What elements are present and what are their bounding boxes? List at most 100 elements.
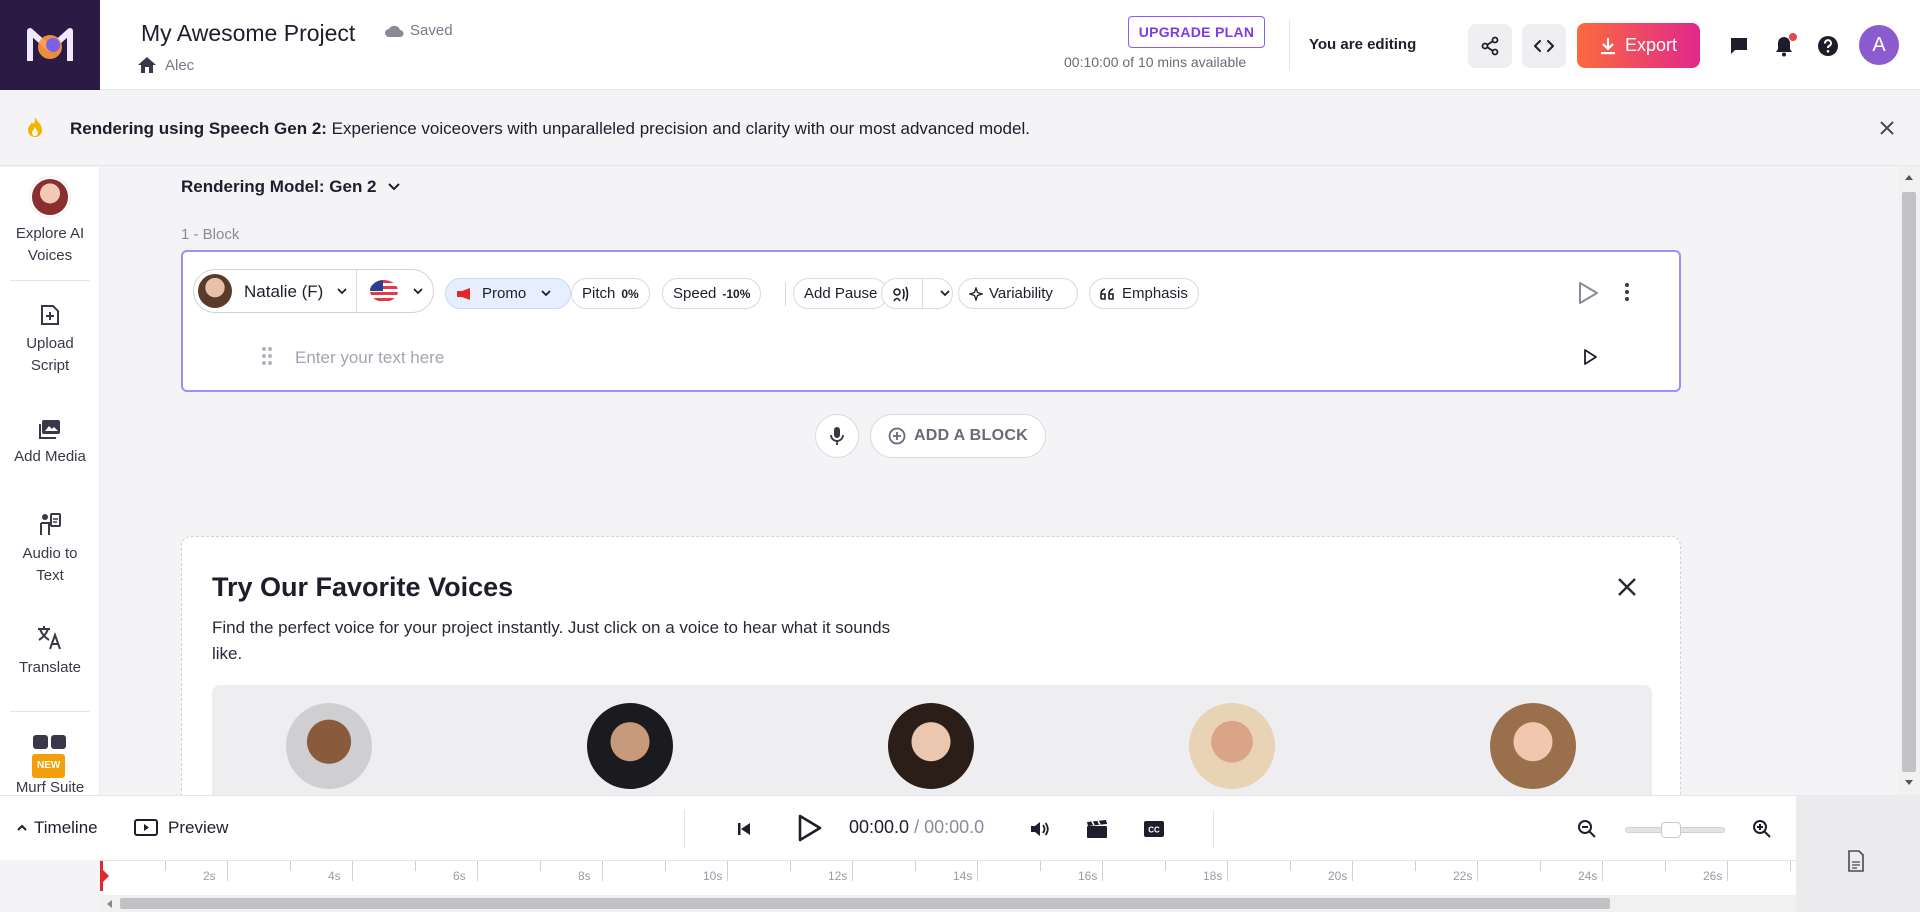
bottom-right-panel [1796, 795, 1920, 912]
share-button[interactable] [1468, 24, 1512, 68]
drag-handle-icon[interactable] [261, 346, 273, 371]
bar-divider [1213, 810, 1214, 848]
export-file-button[interactable] [1847, 850, 1865, 877]
sidebar-item-add-media[interactable]: Add Media [0, 418, 100, 468]
quote-icon [1100, 288, 1116, 300]
new-badge: NEW [32, 754, 65, 778]
play-button[interactable] [793, 812, 825, 844]
video-settings-button[interactable] [1084, 816, 1110, 842]
volume-button[interactable] [1027, 816, 1053, 842]
export-label: Export [1625, 35, 1677, 56]
timeline-tick-label: 16s [1078, 869, 1097, 883]
close-icon[interactable] [1876, 117, 1898, 144]
rendering-model-dropdown[interactable]: Rendering Model: Gen 2 [181, 177, 401, 197]
voice-card-avatar[interactable] [1490, 703, 1576, 789]
voice-effect-dropdown[interactable] [881, 278, 953, 309]
timeline-tick [1352, 861, 1353, 881]
sparkle-icon [969, 287, 983, 301]
timeline-ruler[interactable]: 2s4s6s8s10s12s14s16s18s20s22s24s26s [100, 860, 1796, 895]
block-menu-button[interactable] [1624, 282, 1630, 307]
preview-button[interactable]: Preview [134, 818, 228, 838]
voice-card-avatar[interactable] [587, 703, 673, 789]
embed-code-button[interactable] [1522, 24, 1566, 68]
voice-card-avatar[interactable] [888, 703, 974, 789]
scroll-thumb[interactable] [120, 898, 1610, 909]
timeline-tick [790, 861, 791, 871]
cloud-icon [384, 24, 404, 38]
chevron-down-icon [540, 289, 552, 298]
microphone-icon [828, 426, 846, 446]
zoom-in-button[interactable] [1749, 816, 1775, 842]
sidebar-item-upload-script[interactable]: Upload Script [0, 303, 100, 377]
timeline-toggle[interactable]: Timeline [16, 818, 98, 838]
timeline-tick [1477, 861, 1478, 881]
scroll-thumb[interactable] [1902, 192, 1916, 772]
timeline-tick-label: 20s [1328, 869, 1347, 883]
pitch-control[interactable]: Pitch 0% [571, 278, 650, 309]
timeline-tick [852, 861, 853, 881]
favorites-description: Find the perfect voice for your project … [212, 615, 912, 667]
voice-block: Natalie (F) Promo Pitch 0% Speed -10% Ad… [181, 250, 1681, 392]
banner-message: Rendering using Speech Gen 2: Experience… [70, 119, 1030, 139]
timeline-tick [540, 861, 541, 871]
vertical-scrollbar[interactable] [1898, 167, 1920, 795]
timeline-tick [415, 861, 416, 871]
us-flag-icon[interactable] [370, 280, 398, 302]
add-pause-button[interactable]: Add Pause [793, 278, 888, 309]
close-icon[interactable] [1615, 575, 1639, 604]
plus-circle-icon [888, 427, 906, 445]
sidebar-item-explore-voices[interactable]: Explore AI Voices [0, 177, 100, 267]
script-text-input[interactable] [295, 348, 1395, 368]
skip-back-button[interactable] [731, 816, 757, 842]
voice-avatar [198, 274, 232, 308]
export-button[interactable]: Export [1577, 23, 1700, 68]
timeline-tick [227, 861, 228, 881]
logo-icon [26, 25, 74, 65]
record-voice-button[interactable] [815, 414, 859, 458]
minutes-available: 00:10:00 of 10 mins available [1064, 54, 1246, 70]
voice-card-avatar[interactable] [1189, 703, 1275, 789]
translate-icon [36, 623, 64, 651]
style-dropdown[interactable]: Promo [445, 278, 571, 309]
flame-icon [22, 115, 48, 146]
timeline-tick [1227, 861, 1228, 881]
project-title[interactable]: My Awesome Project [141, 20, 355, 47]
zoom-slider-thumb[interactable] [1661, 822, 1681, 838]
captions-button[interactable]: CC [1141, 816, 1167, 842]
horizontal-scrollbar[interactable] [100, 895, 1796, 912]
timeline-tick [477, 861, 478, 881]
sidebar-divider [10, 711, 90, 712]
upgrade-plan-button[interactable]: UPGRADE PLAN [1128, 16, 1265, 48]
playhead-handle[interactable] [100, 867, 109, 885]
speed-control[interactable]: Speed -10% [662, 278, 761, 309]
help-button[interactable] [1816, 34, 1840, 58]
block-label: 1 - Block [181, 226, 239, 243]
chevron-down-icon [336, 287, 348, 296]
voice-selector[interactable]: Natalie (F) [193, 269, 434, 313]
more-vertical-icon [1624, 282, 1630, 302]
zoom-in-icon [1752, 819, 1772, 839]
comments-button[interactable] [1727, 34, 1751, 58]
comment-icon [1729, 36, 1749, 56]
timeline-tick [915, 861, 916, 871]
timeline-tick-label: 18s [1203, 869, 1222, 883]
editing-status: You are editing [1309, 36, 1416, 53]
owner-name: Alec [165, 57, 194, 74]
breadcrumb[interactable]: Alec [137, 56, 194, 74]
play-block-button[interactable] [1576, 280, 1600, 311]
bar-divider [684, 810, 685, 848]
murf-logo[interactable] [0, 0, 100, 90]
play-sentence-button[interactable] [1582, 348, 1598, 371]
sidebar-item-audio-to-text[interactable]: Audio to Text [0, 511, 100, 587]
user-avatar[interactable]: A [1859, 25, 1899, 65]
variability-button[interactable]: Variability [958, 278, 1078, 309]
add-block-button[interactable]: ADD A BLOCK [870, 414, 1046, 458]
voice-card-avatar[interactable] [286, 703, 372, 789]
sidebar-item-murf-suite[interactable]: NEW Murf Suite [0, 735, 100, 799]
sidebar-item-translate[interactable]: Translate [0, 623, 100, 679]
timeline-tick [1290, 861, 1291, 871]
chevron-down-icon [412, 287, 424, 296]
text-row [183, 334, 1679, 384]
emphasis-button[interactable]: Emphasis [1089, 278, 1199, 309]
zoom-out-button[interactable] [1574, 816, 1600, 842]
